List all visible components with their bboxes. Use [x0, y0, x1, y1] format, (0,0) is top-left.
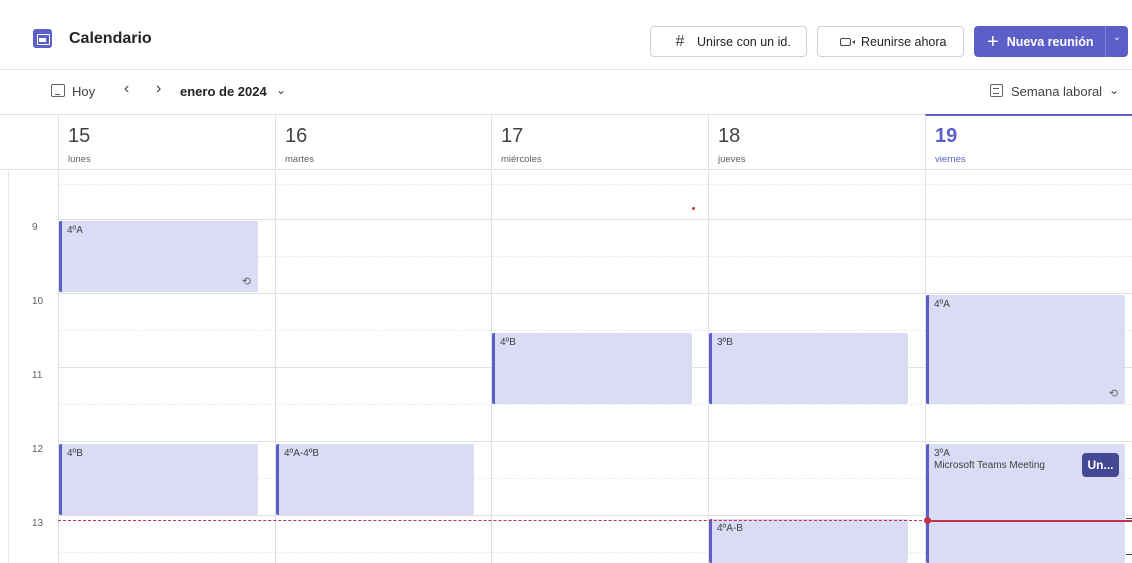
- video-camera-icon: [840, 37, 855, 46]
- event-title: 3ºB: [717, 337, 733, 348]
- current-time-line-past: [58, 520, 927, 521]
- hour-line: [58, 219, 1132, 220]
- day-header-wednesday[interactable]: 17 miércoles: [491, 116, 708, 170]
- view-selector[interactable]: Semana laboral: [1011, 84, 1102, 99]
- day-name: miércoles: [501, 154, 542, 165]
- grid-left-border: [8, 171, 9, 563]
- current-time-line: [927, 520, 1132, 522]
- day-header-friday[interactable]: 19 viernes: [925, 114, 1132, 170]
- day-header-monday[interactable]: 15 lunes: [58, 116, 275, 170]
- meet-now-button[interactable]: Reunirse ahora: [817, 26, 964, 57]
- calendar-icon: [33, 29, 52, 48]
- hour-label: 11: [32, 370, 43, 381]
- event-card[interactable]: 3ºB: [709, 333, 908, 404]
- hour-line: [58, 441, 1132, 442]
- half-hour-line: [58, 184, 1132, 185]
- hash-icon: #: [675, 32, 685, 50]
- event-card[interactable]: 4ºB: [59, 444, 258, 515]
- event-title: 4ºA: [67, 225, 83, 236]
- day-headers: 15 lunes 16 martes 17 miércoles 18 jueve…: [0, 114, 1132, 170]
- page-title: Calendario: [69, 30, 152, 47]
- month-chevron-down-icon[interactable]: ⌄: [276, 83, 286, 97]
- day-header-tuesday[interactable]: 16 martes: [275, 116, 491, 170]
- current-time-dot: [924, 517, 931, 524]
- join-with-id-label: Unirse con un id.: [697, 34, 791, 49]
- scroll-edge-mark: [1126, 554, 1132, 555]
- hour-label: 12: [32, 444, 44, 455]
- day-name: martes: [285, 154, 315, 165]
- view-chevron-down-icon[interactable]: ⌄: [1109, 83, 1119, 97]
- event-title: 4ºB: [67, 448, 83, 459]
- event-card[interactable]: 4ºA-B: [709, 519, 908, 563]
- event-card[interactable]: 4ºA-4ºB: [276, 444, 474, 515]
- event-title: 4ºA-B: [717, 523, 743, 534]
- join-with-id-button[interactable]: # Unirse con un id.: [650, 26, 807, 57]
- next-week-chevron-icon[interactable]: ›: [156, 80, 161, 98]
- day-header-thursday[interactable]: 18 jueves: [708, 116, 925, 170]
- month-selector[interactable]: enero de 2024: [180, 84, 267, 99]
- hour-label: 13: [32, 518, 44, 529]
- hour-label: 10: [32, 296, 44, 307]
- event-title: 4ºA: [934, 299, 950, 310]
- plus-icon: +: [987, 30, 999, 53]
- new-meeting-button[interactable]: + Nueva reunión ⌄: [974, 26, 1128, 57]
- hour-line: [58, 293, 1132, 294]
- view-icon: [990, 84, 1003, 97]
- previous-week-chevron-icon[interactable]: ‹: [124, 80, 129, 98]
- app-header: Calendario # Unirse con un id. Reunirse …: [0, 0, 1132, 70]
- recurring-icon: ⟲: [241, 276, 251, 288]
- event-card[interactable]: 4ºB: [492, 333, 692, 404]
- calendar-grid[interactable]: 9 10 11 12 13 4ºA ⟲ 4ºB 4ºA-4ºB 4ºB 3ºB …: [0, 171, 1132, 563]
- day-number: 15: [68, 125, 91, 147]
- half-hour-line: [58, 404, 1132, 405]
- event-title: 4ºA-4ºB: [284, 448, 320, 459]
- new-meeting-label: Nueva reunión: [1006, 34, 1094, 49]
- new-meeting-dropdown-chevron-icon[interactable]: ⌄: [1110, 32, 1124, 50]
- event-title: 3ºA: [934, 448, 950, 459]
- today-calendar-icon: [51, 84, 65, 97]
- day-name: lunes: [68, 154, 91, 165]
- event-card[interactable]: 4ºA ⟲: [59, 221, 258, 292]
- scroll-edge-mark: [1126, 518, 1132, 519]
- calendar-toolbar: Hoy ‹ › enero de 2024 ⌄ Semana laboral ⌄: [0, 71, 1132, 115]
- join-meeting-button[interactable]: Un...: [1082, 453, 1119, 477]
- event-card[interactable]: 3ºA Microsoft Teams Meeting Un...: [926, 444, 1125, 563]
- split-divider: [1105, 26, 1106, 57]
- day-number: 16: [285, 125, 308, 147]
- notification-dot: [692, 207, 695, 210]
- day-number: 19: [935, 125, 958, 147]
- day-number: 18: [718, 125, 741, 147]
- day-name: jueves: [718, 154, 746, 165]
- recurring-icon: ⟲: [1108, 388, 1118, 400]
- day-name: viernes: [935, 154, 966, 165]
- hour-label: 9: [32, 222, 38, 233]
- event-card[interactable]: 4ºA ⟲: [926, 295, 1125, 404]
- event-title: 4ºB: [500, 337, 516, 348]
- day-number: 17: [501, 125, 524, 147]
- meet-now-label: Reunirse ahora: [861, 34, 947, 49]
- today-button[interactable]: Hoy: [72, 84, 95, 99]
